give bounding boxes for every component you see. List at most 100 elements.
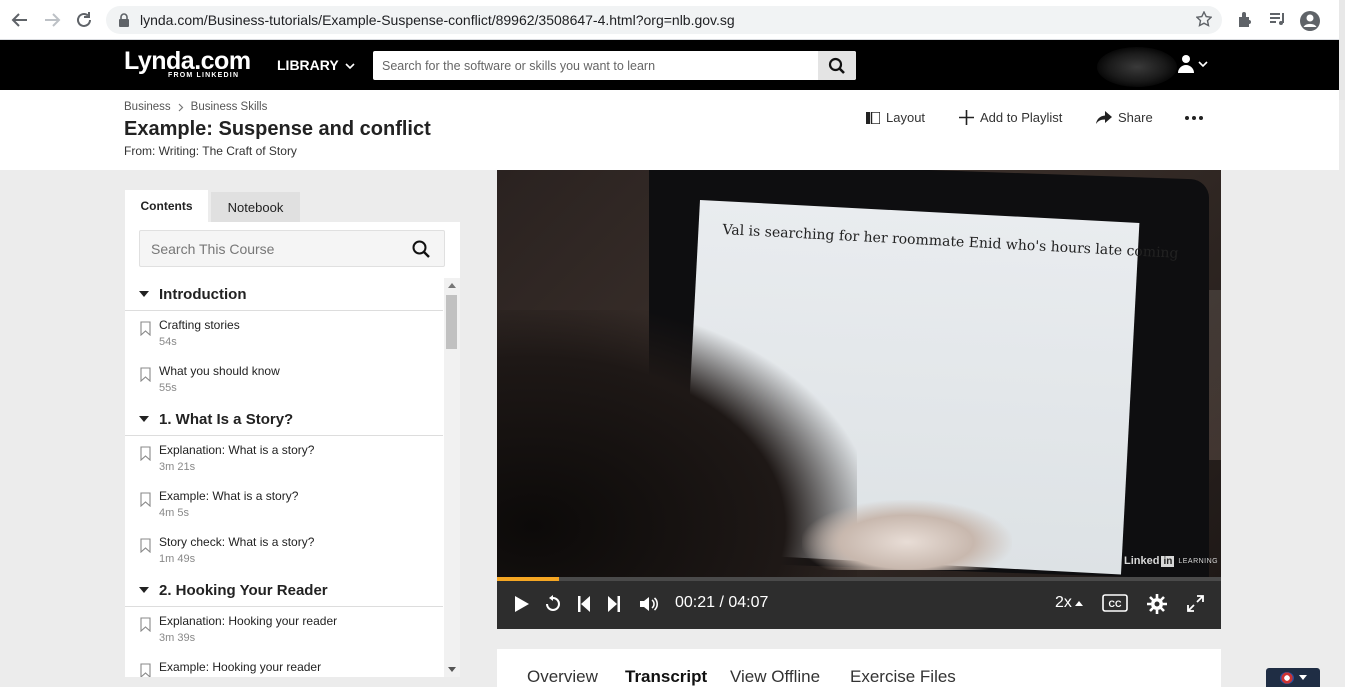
course-source[interactable]: From: Writing: The Craft of Story <box>124 144 297 158</box>
library-menu[interactable]: LIBRARY <box>277 57 355 73</box>
user-name-redacted <box>1097 47 1177 87</box>
search-icon[interactable] <box>412 240 430 263</box>
tab-view-offline[interactable]: View Offline <box>730 667 820 687</box>
share-label: Share <box>1118 110 1153 125</box>
extensions-icon[interactable] <box>1236 10 1256 30</box>
bookmark-star-icon[interactable] <box>1195 10 1213 32</box>
watermark-in-badge: in <box>1161 555 1175 567</box>
video-title: What you should know <box>159 364 280 378</box>
bookmark-icon[interactable] <box>140 492 151 507</box>
back-icon[interactable] <box>10 10 30 30</box>
breadcrumb: Business Business Skills <box>124 101 267 113</box>
list-item[interactable]: Example: What is a story? 4m 5s <box>125 482 443 528</box>
more-options-button[interactable] <box>1185 116 1203 120</box>
media-control-icon[interactable] <box>1268 10 1288 30</box>
page-title: Example: Suspense and conflict <box>124 118 431 140</box>
captions-label: CC <box>1109 599 1122 609</box>
course-search <box>139 230 445 267</box>
list-item[interactable]: Explanation: Hooking your reader 3m 39s <box>125 607 443 653</box>
chapter-header[interactable]: 2. Hooking Your Reader <box>125 574 443 607</box>
replay-icon[interactable] <box>544 595 562 618</box>
profile-icon[interactable] <box>1299 10 1320 31</box>
site-header: Lynda.com FROM LINKEDIN LIBRARY <box>0 40 1339 90</box>
reload-icon[interactable] <box>74 10 94 30</box>
more-icon <box>1185 116 1203 120</box>
scroll-up-icon[interactable] <box>448 283 456 288</box>
breadcrumb-business[interactable]: Business <box>124 101 171 113</box>
video-duration: 1m 49s <box>159 553 196 565</box>
play-icon[interactable] <box>514 595 530 618</box>
caret-up-icon <box>1074 600 1083 606</box>
add-to-playlist-button[interactable]: Add to Playlist <box>959 110 1062 125</box>
video-frame[interactable]: Val is searching for her roommate Enid w… <box>497 170 1221 580</box>
browser-toolbar: lynda.com/Business-tutorials/Example-Sus… <box>0 0 1345 40</box>
list-item[interactable]: Story check: What is a story? 1m 49s <box>125 528 443 574</box>
captions-button[interactable]: CC <box>1102 594 1128 617</box>
bookmark-icon[interactable] <box>140 446 151 461</box>
video-title: Story check: What is a story? <box>159 535 315 549</box>
user-icon <box>1178 55 1208 73</box>
add-to-playlist-label: Add to Playlist <box>980 110 1063 125</box>
tab-notebook[interactable]: Notebook <box>211 192 300 222</box>
chevron-right-icon <box>178 103 184 111</box>
content-tabs: Overview Transcript View Offline Exercis… <box>497 649 1221 687</box>
breadcrumb-business-skills[interactable]: Business Skills <box>191 101 268 113</box>
video-duration: 4m 5s <box>159 507 189 519</box>
bookmark-icon[interactable] <box>140 367 151 382</box>
bookmark-icon[interactable] <box>140 663 151 677</box>
time-display: 00:21 / 04:07 <box>675 594 769 611</box>
video-player[interactable]: Val is searching for her roommate Enid w… <box>497 170 1221 629</box>
chapter-title: 1. What Is a Story? <box>159 410 294 428</box>
typing-hand <box>802 500 1012 570</box>
chapter-title: 2. Hooking Your Reader <box>159 581 328 599</box>
tab-contents[interactable]: Contents <box>125 190 208 222</box>
chevron-down-icon <box>345 63 355 69</box>
site-search-button[interactable] <box>818 51 856 80</box>
page-scrollbar[interactable] <box>1339 0 1345 100</box>
fullscreen-icon[interactable] <box>1187 595 1204 617</box>
list-item[interactable]: What you should know 55s <box>125 357 443 403</box>
course-header: Business Business Skills Example: Suspen… <box>0 90 1339 170</box>
bookmark-icon[interactable] <box>140 538 151 553</box>
bookmark-icon[interactable] <box>140 617 151 632</box>
lynda-logo[interactable]: Lynda.com FROM LINKEDIN <box>124 48 251 79</box>
volume-icon[interactable] <box>639 595 659 618</box>
tab-transcript[interactable]: Transcript <box>625 667 707 687</box>
library-label: LIBRARY <box>277 57 339 73</box>
video-duration: 3m 39s <box>159 632 196 644</box>
list-item[interactable]: Example: Hooking your reader <box>125 653 443 677</box>
language-widget[interactable] <box>1266 668 1320 687</box>
share-button[interactable]: Share <box>1096 110 1153 125</box>
lock-icon <box>118 13 130 32</box>
course-contents-panel: Introduction Crafting stories 54s What y… <box>125 222 460 677</box>
bookmark-icon[interactable] <box>140 321 151 336</box>
forward-icon[interactable] <box>42 10 62 30</box>
gear-icon[interactable] <box>1147 594 1167 619</box>
tab-overview[interactable]: Overview <box>527 667 598 687</box>
watermark-brand: Linked <box>1124 555 1160 567</box>
caret-down-icon <box>139 291 149 297</box>
next-icon[interactable] <box>607 595 621 618</box>
scroll-down-icon[interactable] <box>448 667 456 672</box>
plus-icon <box>959 110 974 125</box>
list-item[interactable]: Explanation: What is a story? 3m 21s <box>125 436 443 482</box>
site-search <box>373 51 856 80</box>
url-text: lynda.com/Business-tutorials/Example-Sus… <box>140 12 735 28</box>
layout-button[interactable]: Layout <box>866 110 925 125</box>
chapter-header[interactable]: 1. What Is a Story? <box>125 403 443 436</box>
contents-scrollbar[interactable] <box>444 278 460 677</box>
chapter-header[interactable]: Introduction <box>125 278 443 311</box>
logo-text: Lynda.com <box>124 47 251 75</box>
site-search-input[interactable] <box>373 51 818 80</box>
scrollbar-thumb[interactable] <box>446 295 457 349</box>
layout-icon <box>866 111 880 124</box>
previous-icon[interactable] <box>577 595 591 618</box>
tab-exercise-files[interactable]: Exercise Files <box>850 667 956 687</box>
address-bar[interactable]: lynda.com/Business-tutorials/Example-Sus… <box>106 6 1222 34</box>
list-item[interactable]: Crafting stories 54s <box>125 311 443 357</box>
caret-down-icon <box>139 587 149 593</box>
video-title: Explanation: Hooking your reader <box>159 614 338 628</box>
course-search-input[interactable] <box>140 231 400 266</box>
account-menu[interactable] <box>1176 53 1208 82</box>
playback-speed-button[interactable]: 2x <box>1055 594 1083 612</box>
